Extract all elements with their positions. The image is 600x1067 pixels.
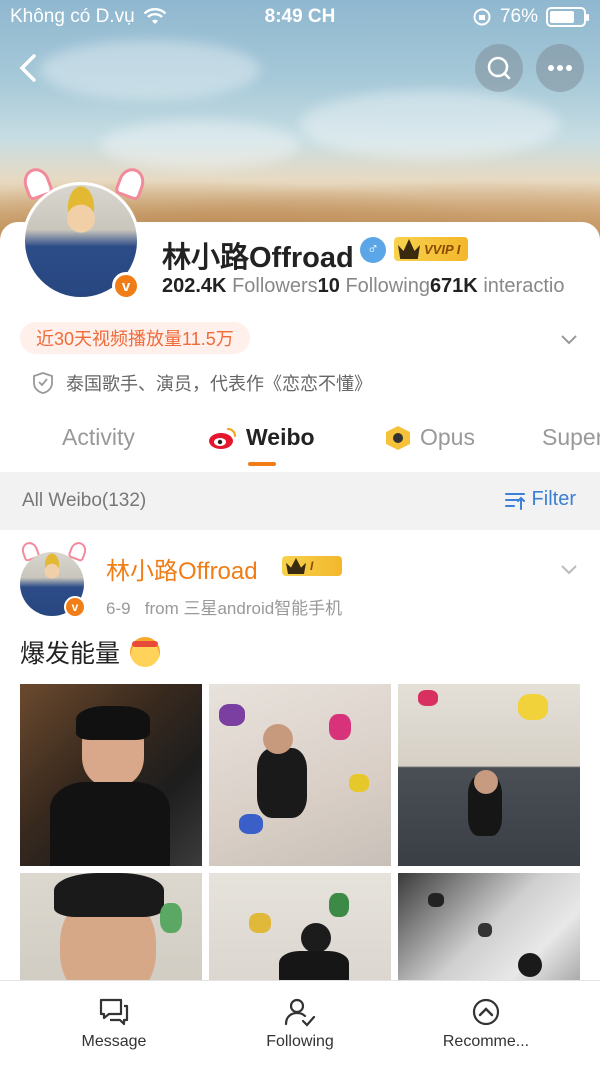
tab-weibo-label: Weibo bbox=[246, 424, 315, 450]
video-views-promo-badge[interactable]: 近30天视频播放量11.5万 bbox=[20, 322, 250, 354]
message-button[interactable]: Message bbox=[14, 981, 214, 1067]
following-count[interactable]: 10 bbox=[318, 275, 340, 297]
following-label[interactable]: Following bbox=[345, 275, 429, 297]
post-photo[interactable] bbox=[20, 684, 202, 866]
chevron-down-icon[interactable] bbox=[560, 330, 578, 348]
post-author-name[interactable]: 林小路Offroad bbox=[106, 551, 258, 586]
post-verified-badge-icon: v bbox=[64, 596, 86, 618]
recommend-button[interactable]: Recomme... bbox=[386, 981, 586, 1067]
intro-text: 泰国歌手、演员，代表作《恋恋不懂》 bbox=[66, 374, 372, 394]
follow-user-icon bbox=[284, 998, 316, 1027]
tab-opus-label: Opus bbox=[420, 424, 475, 450]
post-source: from 三星android智能手机 bbox=[144, 599, 343, 618]
tab-opus[interactable]: Opus bbox=[384, 424, 475, 451]
post-meta: 6-9 from 三星android智能手机 bbox=[106, 594, 342, 619]
followers-label[interactable]: Followers bbox=[232, 275, 318, 297]
all-weibo-count: All Weibo(132) bbox=[22, 490, 147, 511]
message-icon bbox=[99, 998, 129, 1026]
rotation-lock-icon bbox=[473, 8, 491, 26]
post-photo[interactable] bbox=[209, 684, 391, 866]
followers-count[interactable]: 202.4K bbox=[162, 275, 227, 297]
search-icon bbox=[487, 56, 511, 80]
chevron-left-icon bbox=[19, 54, 36, 82]
profile-avatar-wrapper[interactable]: v bbox=[18, 164, 150, 308]
profile-stats: 202.4K Followers10 Following671K interac… bbox=[162, 275, 600, 298]
tab-activity[interactable]: Activity bbox=[62, 424, 135, 451]
filter-sort-icon bbox=[504, 492, 525, 510]
battery-percent: 76% bbox=[499, 6, 538, 27]
post-vip-badge[interactable]: I bbox=[282, 556, 342, 576]
post-options-chevron-icon[interactable] bbox=[560, 560, 578, 578]
tab-super-label: Super bbox=[542, 424, 600, 450]
battery-icon bbox=[546, 7, 589, 27]
back-button[interactable] bbox=[14, 50, 46, 86]
more-options-button[interactable] bbox=[536, 44, 584, 92]
bottom-action-bar: Message Following Recomme... bbox=[0, 980, 600, 1067]
filter-label: Filter bbox=[531, 488, 576, 510]
shield-check-icon bbox=[33, 372, 53, 394]
following-button[interactable]: Following bbox=[200, 981, 400, 1067]
tab-weibo[interactable]: Weibo bbox=[208, 424, 315, 451]
male-gender-icon: ♂ bbox=[360, 237, 386, 263]
status-bar: Không có D.vụ 8:49 CH 76% bbox=[0, 0, 600, 34]
filter-button[interactable]: Filter bbox=[504, 488, 576, 511]
interactions-count: 671K bbox=[429, 275, 478, 297]
message-label: Message bbox=[81, 1033, 147, 1050]
filter-bar: All Weibo(132) Filter bbox=[0, 472, 600, 530]
post-crown-icon bbox=[286, 558, 306, 574]
profile-name: 林小路Offroad bbox=[162, 242, 354, 274]
active-tab-indicator bbox=[248, 462, 276, 466]
search-button[interactable] bbox=[475, 44, 523, 92]
post-avatar-wrapper[interactable]: v bbox=[18, 539, 90, 620]
more-dots-icon bbox=[548, 65, 572, 71]
post-text-content: 爆发能量 bbox=[20, 640, 121, 668]
recommend-icon bbox=[472, 998, 500, 1026]
vvip-label: VVIP I bbox=[424, 241, 461, 257]
post-vip-label: I bbox=[310, 559, 314, 573]
verified-badge-icon: v bbox=[112, 272, 140, 300]
profile-intro: 泰国歌手、演员，代表作《恋恋不懂》 bbox=[32, 370, 372, 396]
profile-tabs: Activity Weibo Opus Super bbox=[0, 420, 600, 466]
weibo-logo-icon bbox=[209, 427, 237, 449]
interactions-label: interactio bbox=[483, 275, 565, 297]
post-photo[interactable] bbox=[398, 684, 580, 866]
energy-emoji-icon bbox=[130, 637, 161, 667]
opus-logo-icon bbox=[386, 425, 410, 450]
post-text: 爆发能量 bbox=[20, 634, 161, 670]
tab-activity-label: Activity bbox=[62, 424, 135, 450]
post-date: 6-9 bbox=[106, 599, 131, 618]
following-label: Following bbox=[266, 1033, 334, 1050]
recommend-label: Recomme... bbox=[442, 1033, 530, 1050]
tab-super[interactable]: Super bbox=[542, 424, 600, 451]
vvip-badge[interactable]: VVIP I bbox=[394, 237, 469, 261]
crown-icon bbox=[398, 239, 420, 259]
